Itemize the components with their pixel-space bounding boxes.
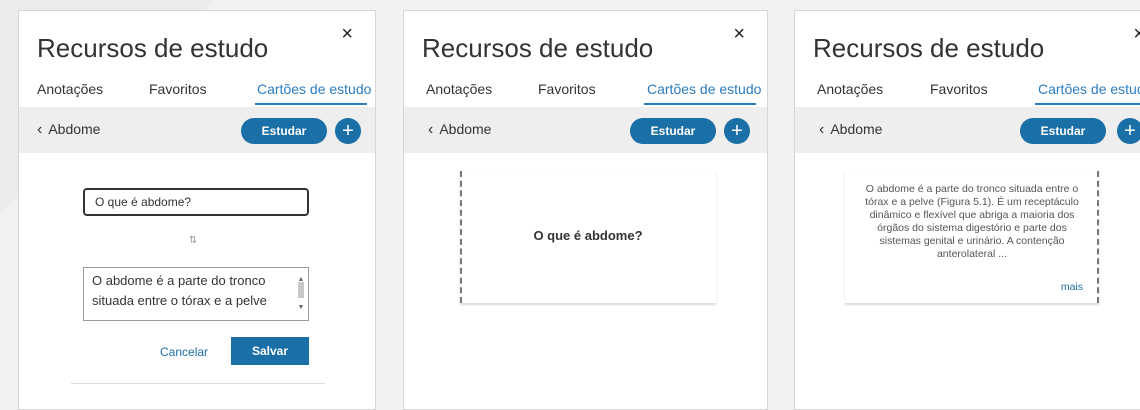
tab-annotations[interactable]: Anotações [426,81,492,97]
tab-favorites[interactable]: Favoritos [149,81,207,97]
study-resources-panel-card-back: Recursos de estudo × Anotações Favoritos… [794,10,1140,410]
panel-title: Recursos de estudo [37,33,269,63]
answer-textarea[interactable]: O abdome é a parte do tronco situada ent… [83,267,309,321]
tab-favorites[interactable]: Favoritos [930,81,988,97]
deck-name: Abdome [830,121,883,137]
answer-text: O abdome é a parte do tronco situada ent… [92,273,267,308]
study-button[interactable]: Estudar [1020,118,1106,144]
study-button[interactable]: Estudar [241,118,327,144]
tab-flashcards[interactable]: Cartões de estudo [257,81,371,97]
divider [71,383,325,384]
more-link[interactable]: mais [1061,281,1083,293]
back-button[interactable]: ‹ Abdome [428,121,491,139]
card-question: O que é abdome? [533,228,643,243]
add-card-button[interactable]: + [1117,118,1140,144]
scroll-down-icon[interactable]: ▼ [296,298,306,318]
deck-toolbar: ‹ Abdome Estudar + [795,107,1140,153]
card-edge-right [1097,171,1099,303]
deck-toolbar: ‹ Abdome Estudar + [404,107,767,153]
study-resources-panel-card-front: Recursos de estudo × Anotações Favoritos… [403,10,768,410]
panel-title: Recursos de estudo [422,33,654,63]
active-tab-indicator [255,103,367,105]
active-tab-indicator [644,103,756,105]
add-card-button[interactable]: + [335,118,361,144]
deck-name: Abdome [48,121,101,137]
answer-scrollbar[interactable]: ▲ ▼ [296,270,306,318]
question-input[interactable]: O que é abdome? [83,188,309,216]
chevron-left-icon: ‹ [37,121,43,138]
scroll-thumb[interactable] [298,282,304,298]
back-button[interactable]: ‹ Abdome [37,121,100,139]
study-resources-panel-edit: Recursos de estudo × Anotações Favoritos… [18,10,376,410]
close-icon[interactable]: × [1133,23,1140,46]
tab-annotations[interactable]: Anotações [37,81,103,97]
deck-name: Abdome [439,121,492,137]
tab-flashcards[interactable]: Cartões de estudo [647,81,761,97]
cancel-button[interactable]: Cancelar [160,345,208,359]
close-icon[interactable]: × [733,23,745,46]
tab-annotations[interactable]: Anotações [817,81,883,97]
tab-flashcards[interactable]: Cartões de estud [1038,81,1140,97]
active-tab-indicator [1035,103,1140,105]
flashcard-front[interactable]: O que é abdome? [460,171,716,304]
swap-icon[interactable]: ⇅ [189,235,197,246]
close-icon[interactable]: × [341,23,353,46]
save-button[interactable]: Salvar [231,337,309,365]
back-button[interactable]: ‹ Abdome [819,121,882,139]
flashcard-back[interactable]: O abdome é a parte do tronco situada ent… [845,171,1099,304]
deck-toolbar: ‹ Abdome Estudar + [19,107,375,153]
add-card-button[interactable]: + [724,118,750,144]
chevron-left-icon: ‹ [428,121,434,138]
card-answer: O abdome é a parte do tronco situada ent… [865,183,1079,260]
panel-title: Recursos de estudo [813,33,1045,63]
chevron-left-icon: ‹ [819,121,825,138]
tab-favorites[interactable]: Favoritos [538,81,596,97]
study-button[interactable]: Estudar [630,118,716,144]
